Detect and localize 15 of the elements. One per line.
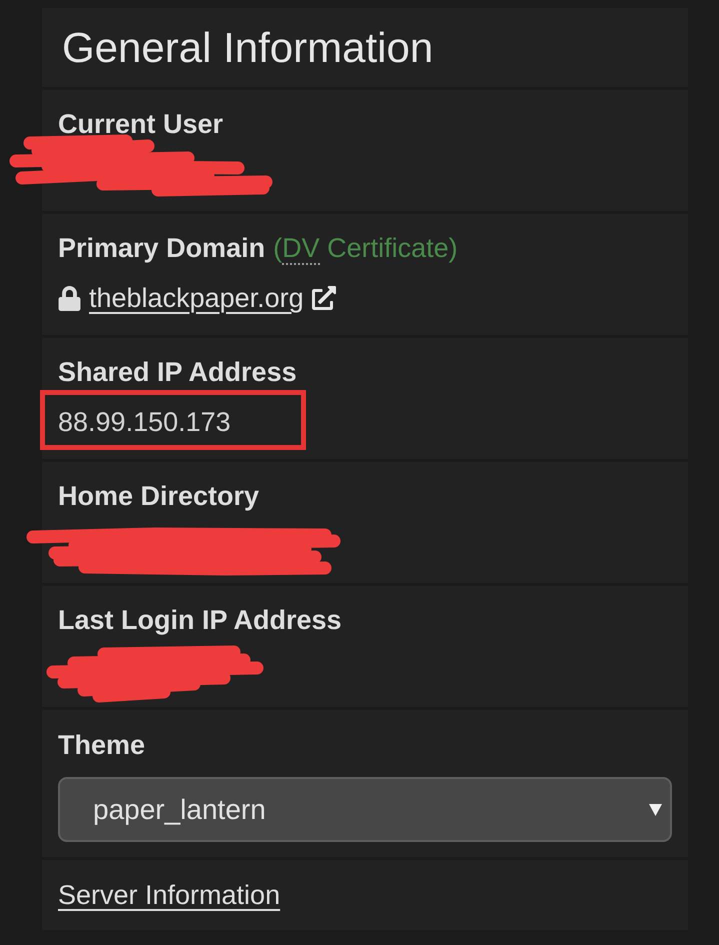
- domain-link[interactable]: theblackpaper.org: [89, 280, 336, 316]
- field-label: Home Directory: [58, 480, 260, 513]
- field-label: Last Login IP Address: [58, 604, 343, 637]
- panel-title: General Information: [62, 22, 434, 72]
- certificate-type: (DV Certificate): [273, 232, 458, 266]
- field-label: Primary Domain: [58, 232, 266, 265]
- field-label: Current User: [58, 108, 224, 141]
- field-value: 88.99.150.173: [58, 406, 232, 439]
- field-label: Theme: [58, 729, 146, 762]
- server-information-link[interactable]: Server Information: [58, 877, 280, 913]
- padlock-icon: [58, 286, 81, 310]
- theme-select[interactable]: paper_lantern: [58, 777, 672, 842]
- external-link-icon: [312, 286, 336, 310]
- caret-down-icon: [649, 803, 662, 816]
- field-label: Shared IP Address: [58, 356, 298, 389]
